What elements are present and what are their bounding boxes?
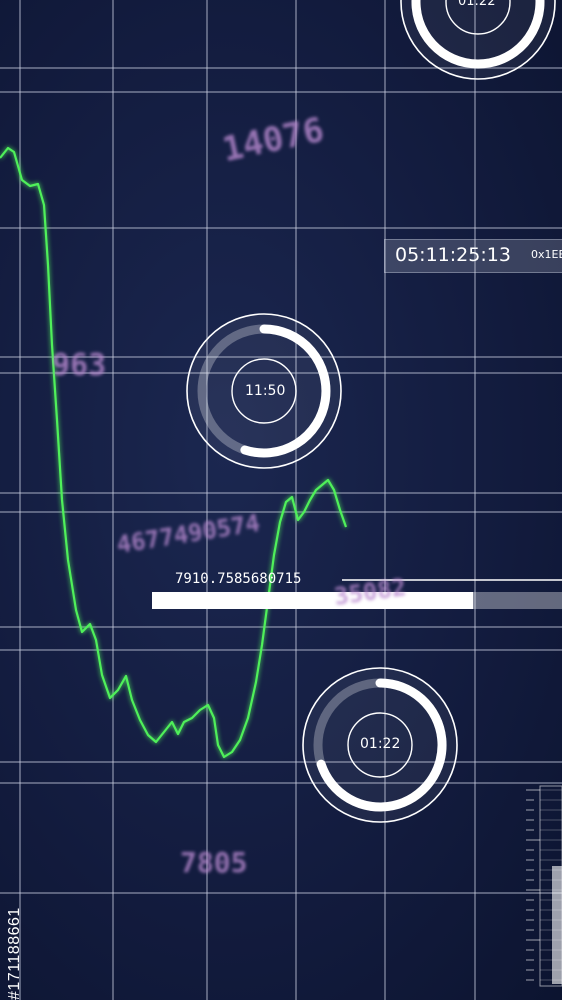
progress-bar-fill: [152, 592, 474, 609]
ghost-number-bottom: 7805: [180, 846, 248, 879]
dial-bottom-label: 01:22: [360, 736, 401, 752]
timestamp-label: 05:11:25:13: [395, 244, 511, 266]
ruler-widget: [526, 785, 562, 987]
watermark-text: #171188661: [6, 907, 23, 1000]
ghost-number-middle-left: 963: [52, 348, 107, 383]
dial-top: [400, 0, 556, 80]
ruler-fill: [552, 866, 562, 984]
dial-top-label: 01:22: [458, 0, 496, 9]
readout-value: 7910.7585680715: [175, 571, 302, 587]
dial-center-label: 11:50: [245, 383, 286, 399]
hex-code-label: 0x1EE: [531, 248, 562, 261]
